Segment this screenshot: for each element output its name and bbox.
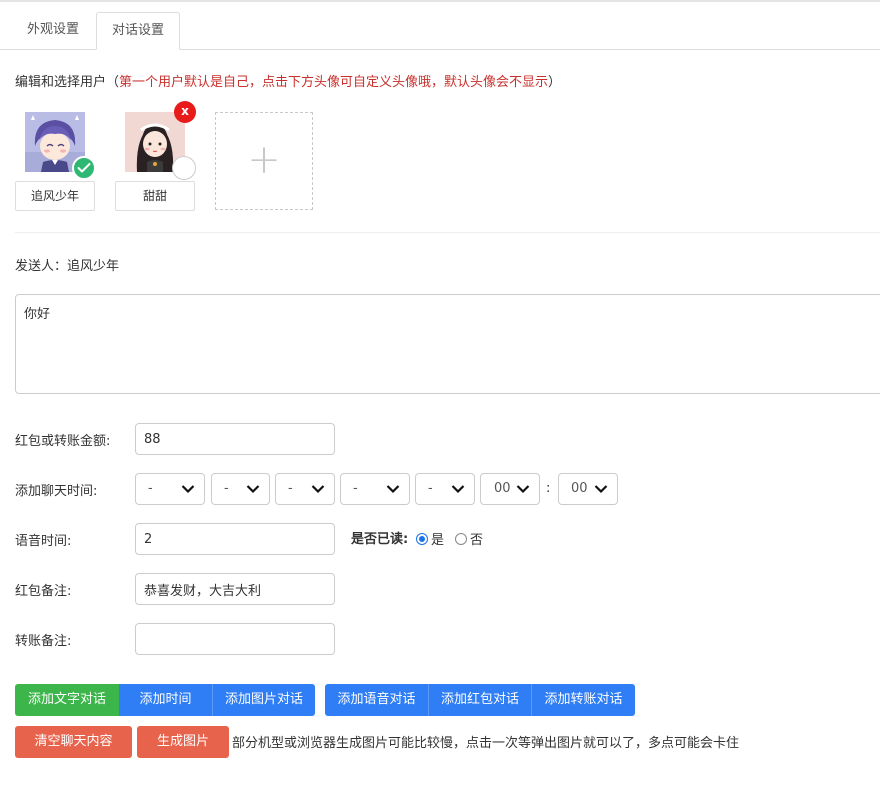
day-select[interactable]: -: [275, 473, 335, 505]
chat-time-label: 添加聊天时间:: [15, 484, 98, 499]
radio-unchecked-icon[interactable]: [455, 533, 467, 545]
chevron-down-icon: [516, 484, 530, 494]
settings-tabs: 外观设置 对话设置: [0, 12, 880, 50]
time-separator: :: [546, 481, 551, 496]
user-name-2[interactable]: 甜甜: [115, 181, 195, 211]
year-select-value: -: [148, 481, 153, 496]
weekday-select[interactable]: -: [340, 473, 410, 505]
radio-checked-icon[interactable]: [416, 533, 428, 545]
transfer-note-input[interactable]: [135, 623, 335, 655]
hint-red-text: 第一个用户默认是自己，点击下方头像可自定义头像哦，默认头像会不显示: [119, 75, 549, 90]
chevron-down-icon: [181, 485, 195, 494]
day-select-value: -: [288, 481, 293, 496]
sender-name: 追风少年: [67, 259, 120, 274]
read-status-label: 是否已读:: [351, 532, 409, 547]
add-time-button[interactable]: 添加时间: [119, 684, 212, 716]
chevron-down-icon: [451, 485, 465, 494]
add-red-packet-dialog-button[interactable]: 添加红包对话: [429, 684, 531, 716]
red-packet-note-label: 红包备注:: [15, 584, 72, 599]
generate-note: 部分机型或浏览器生成图片可能比较慢，点击一次等弹出图片就可以了，多点可能会卡住: [232, 736, 740, 751]
add-transfer-dialog-button[interactable]: 添加转账对话: [532, 684, 635, 716]
sender-label: 发送人：: [15, 259, 68, 274]
sender-info: 发送人：追风少年: [15, 255, 119, 274]
read-yes-label: 是: [431, 533, 445, 548]
amount-label: 红包或转账金额:: [15, 434, 111, 449]
user-edit-hint: 编辑和选择用户（第一个用户默认是自己，点击下方头像可自定义头像哦，默认头像会不显…: [15, 71, 561, 90]
hour-select-value: 00: [494, 481, 511, 496]
plus-icon: +: [247, 137, 281, 183]
chevron-down-icon: [386, 485, 400, 494]
hour-select[interactable]: 00: [480, 473, 540, 505]
red-packet-note-input[interactable]: [135, 573, 335, 605]
period-select[interactable]: -: [415, 473, 475, 505]
chevron-down-icon: [311, 485, 325, 494]
voice-time-input[interactable]: [135, 523, 335, 555]
month-select[interactable]: -: [211, 473, 270, 505]
add-user-button[interactable]: +: [215, 112, 313, 210]
add-image-dialog-button[interactable]: 添加图片对话: [213, 684, 315, 716]
message-textarea[interactable]: [15, 294, 880, 394]
add-text-dialog-button[interactable]: 添加文字对话: [15, 684, 119, 716]
tab-appearance[interactable]: 外观设置: [12, 12, 94, 50]
hint-prefix: 编辑和选择用户（: [15, 75, 120, 90]
read-no-label: 否: [470, 533, 484, 548]
transfer-note-label: 转账备注:: [15, 634, 72, 649]
read-yes-option[interactable]: 是: [416, 529, 444, 548]
top-border: [0, 0, 880, 2]
weekday-select-value: -: [353, 481, 358, 496]
chevron-down-icon: [594, 484, 608, 494]
user-name-1[interactable]: 追风少年: [15, 181, 95, 211]
read-no-option[interactable]: 否: [455, 529, 483, 548]
minute-select[interactable]: 00: [558, 473, 618, 505]
section-divider: [15, 232, 880, 233]
voice-time-label: 语音时间:: [15, 534, 72, 549]
year-select[interactable]: -: [135, 473, 205, 505]
month-select-value: -: [224, 481, 229, 496]
tab-dialog[interactable]: 对话设置: [96, 12, 180, 50]
generate-image-button[interactable]: 生成图片: [137, 726, 229, 758]
amount-input[interactable]: [135, 423, 335, 455]
period-select-value: -: [428, 481, 433, 496]
selected-check-icon: [72, 156, 96, 180]
select-user-radio[interactable]: [172, 156, 196, 180]
clear-chat-button[interactable]: 清空聊天内容: [15, 726, 132, 758]
add-voice-dialog-button[interactable]: 添加语音对话: [325, 684, 428, 716]
delete-user-icon[interactable]: x: [174, 101, 196, 123]
minute-select-value: 00: [571, 481, 588, 496]
hint-suffix: ）: [548, 75, 562, 90]
chevron-down-icon: [246, 485, 260, 494]
